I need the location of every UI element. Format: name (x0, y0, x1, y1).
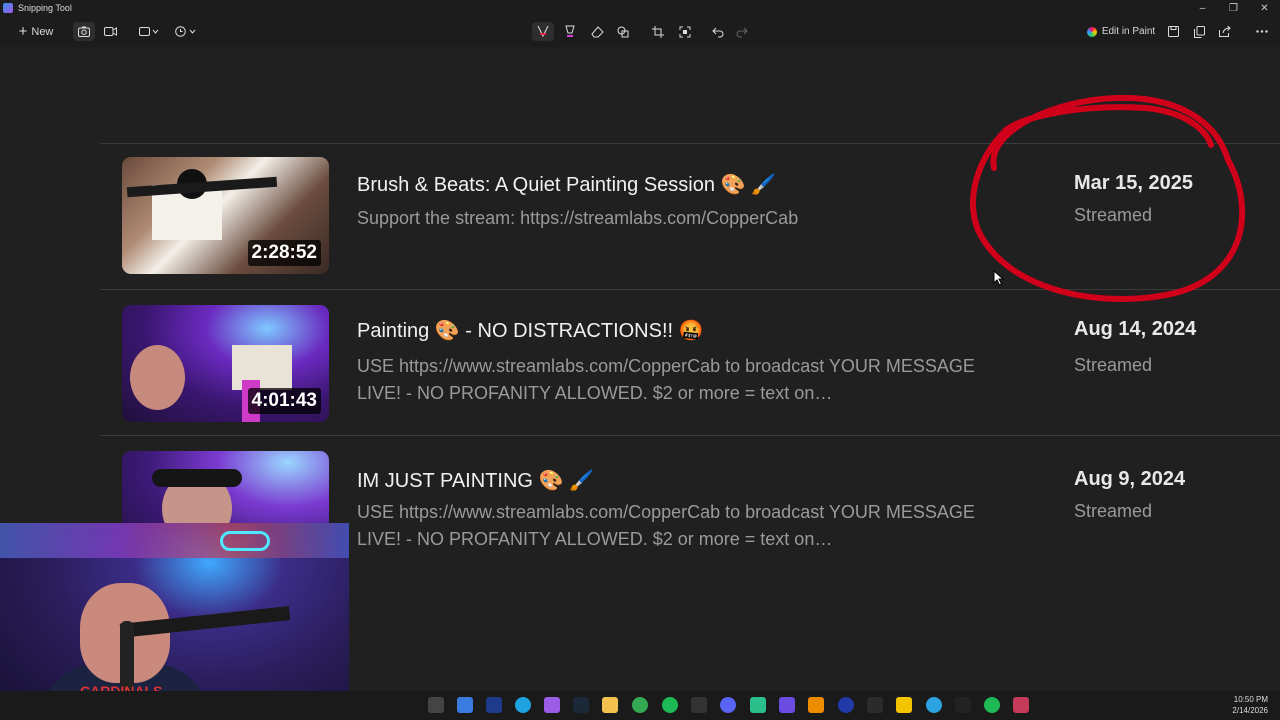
video-row[interactable]: 4:01:43 Painting 🎨 - NO DISTRACTIONS!! 🤬… (100, 289, 1280, 435)
close-button[interactable]: ✕ (1249, 0, 1280, 16)
video-title[interactable]: IM JUST PAINTING 🎨 🖌️ (357, 468, 594, 493)
video-description: USE https://www.streamlabs.com/CopperCab… (357, 502, 975, 549)
video-mode-icon[interactable] (99, 22, 121, 41)
highlighter-icon[interactable] (559, 22, 581, 41)
video-description: USE https://www.streamlabs.com/CopperCab… (357, 356, 975, 403)
clock-time: 10:50 PM (1233, 695, 1268, 704)
chrome-icon[interactable] (632, 697, 648, 713)
app-icon[interactable] (955, 697, 971, 713)
edit-in-paint-label: Edit in Paint (1101, 26, 1156, 37)
redo-icon[interactable] (731, 22, 753, 41)
crop-icon[interactable] (647, 22, 669, 41)
edit-in-paint-button[interactable]: Edit in Paint (1086, 22, 1156, 41)
share-icon[interactable] (1214, 22, 1236, 41)
undo-icon[interactable] (707, 22, 729, 41)
video-thumbnail[interactable]: 2:28:52 (122, 157, 329, 274)
snip-shape-dropdown[interactable] (135, 22, 163, 41)
microphone (120, 621, 134, 691)
new-button[interactable]: + New (12, 22, 60, 41)
video-duration: 2:28:52 (247, 240, 321, 266)
app-icon[interactable] (691, 697, 707, 713)
video-description: Support the stream: https://streamlabs.c… (357, 208, 799, 228)
toolbar: + New Edit in Paint (0, 16, 1280, 47)
background-shelf (0, 523, 349, 558)
video-date: Aug 9, 2024 (1074, 468, 1186, 490)
new-label: New (31, 25, 54, 38)
app-title: Snipping Tool (18, 3, 72, 13)
vlc-icon[interactable] (808, 697, 824, 713)
snipping-tool-icon (3, 3, 13, 13)
app-icon[interactable] (779, 697, 795, 713)
video-status: Streamed (1074, 205, 1153, 225)
shapes-icon[interactable] (612, 22, 634, 41)
video-duration: 4:01:43 (247, 388, 321, 414)
discord-icon[interactable] (720, 697, 736, 713)
system-clock[interactable]: 10:50 PM 2/14/2026 (1232, 694, 1268, 716)
paint-icon (1086, 26, 1097, 37)
snipping-tool-taskbar-icon[interactable] (1013, 697, 1029, 713)
video-title[interactable]: Painting 🎨 - NO DISTRACTIONS!! 🤬 (357, 318, 704, 343)
video-date: Aug 14, 2024 (1074, 318, 1197, 340)
edge-icon[interactable] (515, 697, 531, 713)
delay-timer-dropdown[interactable] (172, 22, 200, 41)
ballpoint-pen-icon[interactable] (532, 22, 554, 41)
eraser-icon[interactable] (586, 22, 608, 41)
window-controls: – ❐ ✕ (1187, 0, 1280, 16)
video-date: Mar 15, 2025 (1074, 172, 1193, 194)
copy-icon[interactable] (1188, 22, 1210, 41)
video-status: Streamed (1074, 355, 1153, 375)
video-thumbnail[interactable]: 4:01:43 (122, 305, 329, 422)
plus-icon: + (18, 23, 28, 40)
store-icon[interactable] (486, 697, 502, 713)
widgets-icon[interactable] (457, 697, 473, 713)
more-options-icon[interactable] (1251, 22, 1273, 41)
epic-games-icon[interactable] (867, 697, 883, 713)
taskbar: 10:50 PM 2/14/2026 (0, 691, 1280, 720)
minimize-button[interactable]: – (1187, 0, 1218, 16)
restore-button[interactable]: ❐ (1218, 0, 1249, 16)
neon-sign (220, 531, 270, 551)
save-icon[interactable] (1162, 22, 1184, 41)
spotify-icon[interactable] (662, 697, 678, 713)
file-explorer-icon[interactable] (602, 697, 618, 713)
rockstar-icon[interactable] (896, 697, 912, 713)
app-icon[interactable] (750, 697, 766, 713)
spotify-icon[interactable] (984, 697, 1000, 713)
video-status: Streamed (1074, 501, 1153, 521)
text-actions-icon[interactable] (674, 22, 696, 41)
screenshot-mode-icon[interactable] (73, 22, 95, 41)
clock-date: 2/14/2026 (1232, 706, 1268, 715)
copilot-icon[interactable] (544, 697, 560, 713)
telegram-icon[interactable] (926, 697, 942, 713)
video-title[interactable]: Brush & Beats: A Quiet Painting Session … (357, 172, 776, 197)
task-view-icon[interactable] (428, 697, 444, 713)
video-row[interactable]: 2:28:52 Brush & Beats: A Quiet Painting … (100, 143, 1280, 289)
title-bar: Snipping Tool – ❐ ✕ (0, 0, 1280, 16)
steam-icon[interactable] (573, 697, 589, 713)
mouse-cursor-icon (993, 270, 1005, 286)
app-icon[interactable] (838, 697, 854, 713)
